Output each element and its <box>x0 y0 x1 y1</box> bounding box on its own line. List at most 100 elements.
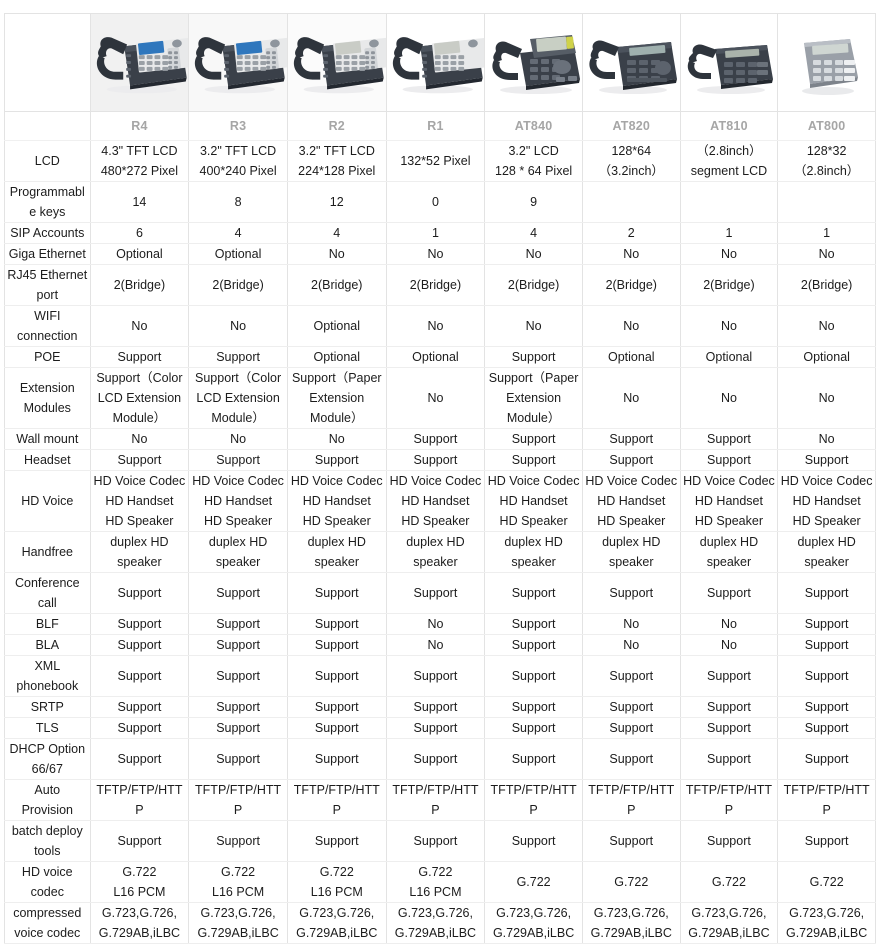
spec-value: Support <box>484 613 583 635</box>
spec-value-line: No <box>720 247 737 261</box>
spec-value: Support <box>386 696 486 718</box>
spec-value-line: G.729AB,iLBC <box>590 926 672 940</box>
spec-value: duplex HD speaker <box>188 531 288 573</box>
product-photo-r1[interactable] <box>386 13 486 112</box>
spec-value-line: Support <box>511 586 556 600</box>
spec-value-line: Support <box>117 700 162 714</box>
product-photo-at840[interactable] <box>484 13 583 112</box>
spec-value: No <box>484 305 583 347</box>
spec-value-line: HD Voice Codec <box>192 474 284 488</box>
spec-value-line: Support <box>804 752 849 766</box>
spec-value-line: Support <box>804 700 849 714</box>
spec-value-line: TFTP/FTP/HTTP <box>293 783 380 817</box>
spec-value-line: Support <box>413 453 458 467</box>
spec-value-line: 12 <box>329 195 344 209</box>
spec-value-line: 4 <box>530 226 538 240</box>
ip-phone-color-lcd-large-icon <box>91 14 189 111</box>
product-photo-at800[interactable] <box>777 13 876 112</box>
product-photo-at820[interactable] <box>582 13 681 112</box>
spec-value: Support <box>484 717 583 739</box>
table-row: WIFI connection No No Optional No No No No No <box>4 305 876 347</box>
spec-value: TFTP/FTP/HTTP <box>188 779 288 821</box>
spec-value-line: HD Speaker <box>105 514 174 528</box>
spec-value: No <box>680 367 779 429</box>
spec-value-line: Support <box>707 586 751 600</box>
spec-value: Support（Paper Extension Module） <box>287 367 387 429</box>
spec-value-line: G.729AB,iLBC <box>394 926 477 940</box>
table-row: BLF Support Support Support No Support No No Sup… <box>4 613 876 635</box>
spec-value-line: 14 <box>132 195 147 209</box>
table-row: RJ45 Ethernet port 2(Bridge) 2(Bridge) 2(Br… <box>4 264 876 306</box>
spec-value-line: No <box>623 319 640 333</box>
spec-label: Giga Ethernet <box>4 243 91 265</box>
spec-value-line: Optional <box>313 319 361 333</box>
spec-label: compressed voice codec <box>4 902 91 944</box>
spec-value-line: Support <box>707 752 751 766</box>
spec-value: Support <box>680 696 779 718</box>
spec-value-line: Support <box>314 752 359 766</box>
product-photo-r3[interactable] <box>188 13 288 112</box>
spec-value: Support <box>188 634 288 656</box>
spec-value-line: TFTP/FTP/HTTP <box>392 783 479 817</box>
spec-value: 2(Bridge) <box>90 264 190 306</box>
spec-value: duplex HD speaker <box>582 531 681 573</box>
spec-value-line: No <box>427 638 444 652</box>
spec-value-line: Support <box>804 638 849 652</box>
product-photo-at810[interactable] <box>680 13 779 112</box>
spec-value: G.722 L16 PCM <box>90 861 190 903</box>
spec-value: G.723,G.726, G.729AB,iLBC <box>188 902 288 944</box>
spec-value: No <box>582 305 681 347</box>
spec-value-line: G.723,G.726, <box>691 906 767 920</box>
spec-label: HD Voice <box>4 470 91 532</box>
table-row: compressed voice codec G.723,G.726, G.729A… <box>4 902 876 944</box>
product-photo-r4[interactable] <box>90 13 190 112</box>
spec-value: G.722 <box>484 861 583 903</box>
spec-value-line: No <box>328 432 345 446</box>
spec-value-line: Support <box>413 834 458 848</box>
spec-label: SIP Accounts <box>4 222 91 244</box>
spec-value-line: TFTP/FTP/HTTP <box>96 783 183 817</box>
spec-value: Support <box>777 655 876 697</box>
model-header-at800: AT800 <box>777 111 876 141</box>
product-photo-r2[interactable] <box>287 13 387 112</box>
spec-value: No <box>386 367 486 429</box>
spec-value: 12 <box>287 181 387 223</box>
spec-value-line: G.729AB,iLBC <box>296 926 378 940</box>
spec-comparison-sheet: R4 R3 R2 R1 AT840 AT820 AT810 AT800 LCD 4.3" TFT … <box>0 0 880 944</box>
spec-value-line: Support <box>314 669 359 683</box>
spec-value-line: Support <box>804 453 849 467</box>
spec-value: Support <box>188 346 288 368</box>
spec-value-line: No <box>720 319 737 333</box>
spec-value: Support <box>90 696 190 718</box>
spec-value-line: Support <box>609 586 654 600</box>
model-header-r2: R2 <box>287 111 387 141</box>
spec-value-line: Module） <box>211 411 265 425</box>
spec-value-line: Support <box>511 350 556 364</box>
spec-label: SRTP <box>4 696 91 718</box>
spec-value-line: duplex HD speaker <box>699 535 759 569</box>
spec-value-line: Optional <box>116 247 163 261</box>
spec-value-line: duplex HD speaker <box>602 535 661 569</box>
spec-value-line: G.722 <box>516 875 551 889</box>
spec-value: G.723,G.726, G.729AB,iLBC <box>777 902 876 944</box>
spec-value: Support <box>386 572 486 614</box>
spec-value-line: Support <box>413 721 458 735</box>
spec-value-line: 400*240 Pixel <box>199 164 277 178</box>
spec-value: Support <box>777 572 876 614</box>
spec-value: 128*64（3.2inch） <box>582 140 681 182</box>
spec-value: Support <box>188 717 288 739</box>
spec-value-line: Support <box>609 752 654 766</box>
spec-value: HD Voice Codec HD Handset HD Speaker <box>777 470 876 532</box>
spec-value-line: 6 <box>135 226 143 240</box>
spec-value: 14 <box>90 181 190 223</box>
spec-value: Support <box>777 738 876 780</box>
spec-value-line: G.722 <box>711 875 746 889</box>
table-row: Programmable keys 14 8 12 0 9 <box>4 181 876 223</box>
spec-value: No <box>287 243 387 265</box>
spec-value-line: Support <box>413 432 458 446</box>
spec-label: Extension Modules <box>4 367 91 429</box>
spec-value: Support <box>582 696 681 718</box>
spec-value-line: Support <box>707 700 751 714</box>
spec-value: Support <box>777 449 876 471</box>
spec-value: Support <box>90 613 190 635</box>
